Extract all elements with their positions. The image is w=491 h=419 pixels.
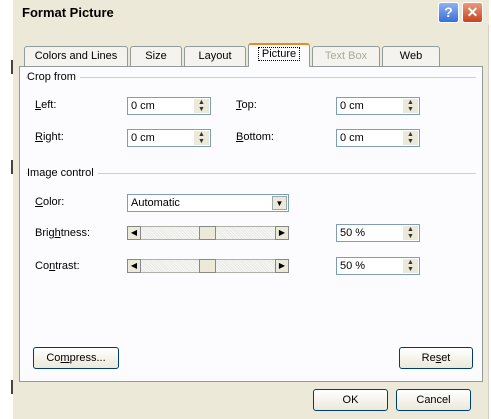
button-text: Re [421,352,436,364]
crop-group-title: Crop from [27,71,80,83]
spin-up-icon[interactable]: ▲ [194,99,209,106]
spin-arrows: ▲ ▼ [403,259,418,273]
tab-size[interactable]: Size [130,46,182,66]
tab-web[interactable]: Web [382,46,440,66]
color-label: Color: [35,196,64,208]
label-text: Brig [35,227,55,239]
brightness-label: Brightness: [35,227,90,239]
scroll-right-icon[interactable]: ▶ [275,259,289,273]
bottom-value: 0 cm [340,132,364,144]
top-label: Top: [236,99,257,111]
spin-arrows: ▲ ▼ [194,131,209,145]
slider-thumb[interactable] [198,259,216,273]
label-text: eft: [41,99,57,111]
label-text: olor: [42,196,65,208]
spin-down-icon[interactable]: ▼ [403,233,418,240]
ok-button[interactable]: OK [313,389,388,411]
right-label: Right: [35,131,64,143]
left-value: 0 cm [131,100,155,112]
spin-up-icon[interactable]: ▲ [403,131,418,138]
mnemonic: C [35,196,43,208]
dialog-title: Format Picture [22,5,114,20]
left-label: Left: [35,99,56,111]
contrast-label: Contrast: [35,260,80,272]
brightness-slider[interactable]: ◀ ▶ [127,226,289,240]
spin-down-icon[interactable]: ▼ [403,266,418,273]
tab-label: Colors and Lines [34,50,118,62]
label-text: op: [241,99,257,111]
spin-down-icon[interactable]: ▼ [194,138,209,145]
spin-up-icon[interactable]: ▲ [403,259,418,266]
group-divider [26,77,476,78]
bottom-label: Bottom: [236,131,274,143]
spin-up-icon[interactable]: ▲ [403,99,418,106]
tab-colors-and-lines[interactable]: Colors and Lines [24,46,128,66]
picture-tab-panel: Crop from Left: 0 cm ▲ ▼ Top: 0 cm ▲ ▼ Rig… [19,66,483,382]
left-spin-field[interactable]: 0 cm ▲ ▼ [127,97,211,115]
reset-button[interactable]: Reset [399,347,473,369]
tab-label: Web [399,50,423,62]
label-text: trast: [55,260,80,272]
tab-label: Text Box [324,50,368,62]
label-text: Co [35,260,50,272]
tab-label: Size [145,50,167,62]
scroll-left-icon[interactable]: ◀ [127,226,141,240]
mnemonic: R [35,131,43,143]
bottom-spin-field[interactable]: 0 cm ▲ ▼ [336,129,420,147]
spin-down-icon[interactable]: ▼ [403,138,418,145]
scroll-left-icon[interactable]: ◀ [127,259,141,273]
right-spin-field[interactable]: 0 cm ▲ ▼ [127,129,211,147]
format-picture-dialog: Format Picture ? ✕ Colors and Lines Size… [13,0,489,419]
dropdown-arrow-icon[interactable]: ▼ [272,196,287,210]
tab-label: Layout [198,50,232,62]
tab-text-box: Text Box [312,46,380,66]
spin-up-icon[interactable]: ▲ [403,226,418,233]
contrast-spin-field[interactable]: 50 % ▲ ▼ [336,257,420,275]
compress-button[interactable]: Compress... [33,347,119,369]
contrast-slider[interactable]: ◀ ▶ [127,259,289,273]
spin-arrows: ▲ ▼ [403,99,418,113]
color-value: Automatic [131,197,180,209]
right-value: 0 cm [131,132,155,144]
top-value: 0 cm [340,100,364,112]
top-spin-field[interactable]: 0 cm ▲ ▼ [336,97,420,115]
label-text: ottom: [243,131,274,143]
button-text: press... [69,352,106,364]
tab-label: Picture [257,47,301,61]
spin-up-icon[interactable]: ▲ [194,131,209,138]
button-text: Co [46,352,61,364]
slider-thumb[interactable] [198,226,216,240]
background-strip [0,0,13,419]
spin-down-icon[interactable]: ▼ [194,106,209,113]
tab-picture[interactable]: Picture [248,43,310,67]
spin-down-icon[interactable]: ▼ [403,106,418,113]
tab-layout[interactable]: Layout [184,46,246,66]
color-select[interactable]: Automatic ▼ [127,194,289,212]
brightness-spin-field[interactable]: 50 % ▲ ▼ [336,224,420,242]
button-text: et [441,352,451,364]
contrast-value: 50 % [340,260,366,272]
spin-arrows: ▲ ▼ [403,226,418,240]
scroll-right-icon[interactable]: ▶ [275,226,289,240]
mnemonic: m [60,352,70,364]
spin-arrows: ▲ ▼ [194,99,209,113]
help-icon[interactable]: ? [438,2,459,23]
close-icon[interactable]: ✕ [462,2,483,23]
label-text: ight: [42,131,64,143]
cancel-button[interactable]: Cancel [396,389,471,411]
brightness-value: 50 % [340,227,366,239]
label-text: tness: [60,227,91,239]
title-bar[interactable]: Format Picture ? ✕ [13,0,489,25]
spin-arrows: ▲ ▼ [403,131,418,145]
image-control-group-title: Image control [27,167,98,179]
